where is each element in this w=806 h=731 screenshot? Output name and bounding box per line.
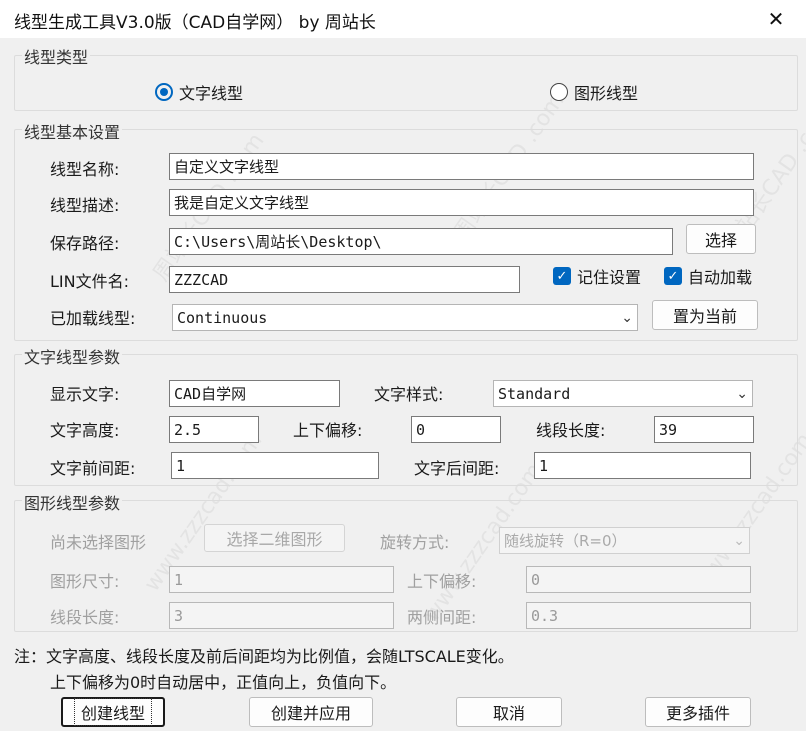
display-text-input[interactable]: CAD自学网 [169,380,340,407]
auto-load-checkbox[interactable]: ✓ 自动加载 [664,264,752,288]
radio-text-linetype-label: 文字线型 [179,84,244,103]
rotation-mode-select[interactable]: 随线旋转（R=0） ⌄ [499,527,750,554]
text-back-gap-input[interactable]: 1 [534,452,751,479]
linetype-desc-label: 线型描述: [50,196,120,215]
more-plugins-button[interactable]: 更多插件 [645,697,751,727]
note-line-2: 上下偏移为0时自动居中，正值向上，负值向下。 [50,673,397,692]
choose-path-button[interactable]: 选择 [686,224,756,254]
loaded-linetype-label: 已加载线型: [50,309,136,328]
shape-offset-input[interactable]: 0 [526,566,751,593]
create-linetype-button[interactable]: 创建线型 [61,697,165,727]
shape-segment-length-input[interactable]: 3 [169,602,394,629]
remember-settings-label: 记住设置 [577,268,642,287]
cancel-button[interactable]: 取消 [456,697,562,727]
save-path-input[interactable]: C:\Users\周站长\Desktop\ [169,228,673,255]
segment-length-input[interactable]: 39 [654,416,754,443]
checkmark-icon: ✓ [553,267,571,285]
shape-offset-label: 上下偏移: [407,572,477,591]
shape-size-input[interactable]: 1 [169,566,394,593]
rotation-mode-label: 旋转方式: [380,533,450,552]
text-height-input[interactable]: 2.5 [169,416,259,443]
linetype-desc-input[interactable]: 我是自定义文字线型 [169,189,754,216]
shape-status-label: 尚未选择图形 [50,533,147,552]
linetype-type-group [14,55,798,111]
linetype-name-input[interactable]: 自定义文字线型 [169,153,754,180]
text-style-select[interactable]: Standard ⌄ [493,380,753,407]
lin-filename-label: LIN文件名: [50,272,129,291]
segment-length-label: 线段长度: [536,421,606,440]
checkmark-icon: ✓ [664,267,682,285]
set-current-button[interactable]: 置为当前 [652,300,758,330]
rotation-mode-value: 随线旋转（R=0） [504,532,627,550]
side-gap-label: 两侧间距: [407,608,477,627]
create-and-apply-button[interactable]: 创建并应用 [249,697,373,727]
remember-settings-checkbox[interactable]: ✓ 记住设置 [553,264,641,288]
window-title: 线型生成工具V3.0版（CAD自学网） by 周站长 [14,13,376,33]
text-front-gap-input[interactable]: 1 [171,452,379,479]
linetype-type-group-title: 线型类型 [22,44,91,68]
loaded-linetype-select[interactable]: Continuous ⌄ [172,304,638,331]
create-linetype-label: 创建线型 [73,698,152,726]
linetype-name-label: 线型名称: [50,160,120,179]
shape-segment-length-label: 线段长度: [50,608,120,627]
text-back-gap-label: 文字后间距: [414,459,500,478]
display-text-label: 显示文字: [50,385,120,404]
chevron-down-icon: ⌄ [733,532,745,549]
basic-settings-group-title: 线型基本设置 [22,119,123,143]
choose-2d-shape-button[interactable]: 选择二维图形 [204,524,345,552]
note-line-1: 注：文字高度、线段长度及前后间距均为比例值，会随LTSCALE变化。 [14,647,514,666]
text-front-gap-label: 文字前间距: [50,459,136,478]
shape-size-label: 图形尺寸: [50,572,120,591]
loaded-linetype-value: Continuous [177,308,268,327]
vertical-offset-input[interactable]: 0 [411,416,501,443]
radio-selected-icon [155,83,173,101]
radio-shape-linetype-label: 图形线型 [574,84,639,103]
shape-params-group-title: 图形线型参数 [22,490,123,514]
lin-filename-input[interactable]: ZZZCAD [169,266,520,293]
text-style-label: 文字样式: [374,385,444,404]
close-icon: ✕ [767,7,785,31]
auto-load-label: 自动加载 [688,268,753,287]
chevron-down-icon: ⌄ [736,385,748,402]
text-style-value: Standard [498,384,571,403]
close-button[interactable]: ✕ [756,4,796,34]
vertical-offset-label: 上下偏移: [293,421,363,440]
side-gap-input[interactable]: 0.3 [526,602,751,629]
save-path-label: 保存路径: [50,234,120,253]
radio-text-linetype[interactable]: 文字线型 [155,80,243,104]
radio-unselected-icon [550,83,568,101]
text-height-label: 文字高度: [50,421,120,440]
chevron-down-icon: ⌄ [621,309,633,326]
radio-shape-linetype[interactable]: 图形线型 [550,80,638,104]
text-params-group-title: 文字线型参数 [22,344,123,368]
